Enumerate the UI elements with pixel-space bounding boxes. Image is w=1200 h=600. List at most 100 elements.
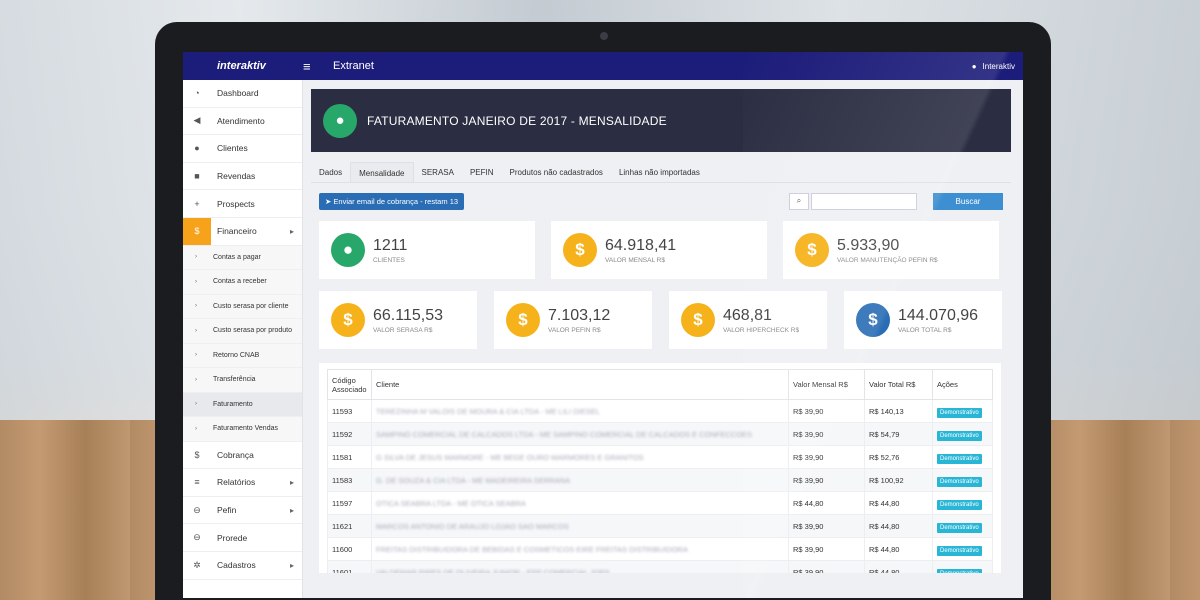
submenu-item-faturamento[interactable]: › Faturamento [183, 392, 302, 418]
sidebar-item-cadastros[interactable]: ✲ Cadastros ▸ [183, 552, 302, 580]
stat-value: 144.070,96 [898, 306, 979, 324]
main-content: ● FATURAMENTO JANEIRO DE 2017 - MENSALID… [311, 89, 1011, 598]
tab-pefin[interactable]: PEFIN [462, 162, 502, 182]
stat-value: 468,81 [723, 306, 772, 324]
sidebar-item-label: Financeiro [217, 226, 257, 237]
cell-total-value: R$ 140,13 [864, 399, 933, 423]
sidebar-item-label: Clientes [217, 143, 248, 154]
users-icon: ● [323, 103, 357, 138]
stat-label: VALOR TOTAL R$ [898, 326, 952, 334]
chevron-right-icon: › [195, 352, 197, 359]
submenu-item-custo-serasa-por-cliente[interactable]: › Custo serasa por cliente [183, 294, 302, 320]
table-row: 11601 VALDEMAR PIRES DE OLIVEIRA JUNIOR -… [327, 560, 993, 573]
demonstrativo-button[interactable]: Demonstrativo [937, 499, 982, 510]
client-name: G SILVA DE JESUS MARMORE - ME BEGE OURO … [376, 452, 644, 462]
sidebar-item-label: Prorede [217, 532, 248, 543]
sidebar-item-revendas[interactable]: ■ Revendas [183, 163, 302, 191]
stat-card: $66.115,53 VALOR SERASA R$ [319, 291, 477, 349]
search-icon: ⌕ [789, 192, 809, 210]
chevron-right-icon: › [195, 254, 197, 261]
webcam [600, 32, 608, 40]
cell-monthly-value: R$ 39,90 [788, 399, 865, 423]
stat-content: 144.070,96 VALOR TOTAL R$ [898, 307, 978, 334]
submenu-label: Faturamento Vendas [213, 425, 278, 433]
stat-value: 7.103,12 [548, 306, 611, 324]
client-name: FREITAS DISTRIBUIDORA DE BEBIDAS E COSME… [376, 544, 688, 554]
megaphone-icon: ◀ [193, 115, 201, 126]
user-name: Interaktiv [982, 61, 1015, 71]
tab-dados[interactable]: Dados [311, 162, 350, 182]
table-panel: Código Associado Cliente Valor Mensal R$ Va… [319, 363, 1001, 573]
paper-plane-icon: ➤ [325, 196, 332, 206]
sidebar-item-atendimento[interactable]: ◀ Atendimento [183, 108, 302, 136]
tab-linhas-nao-importadas[interactable]: Linhas não importadas [611, 162, 708, 182]
stat-content: 1211 CLIENTES [373, 237, 407, 264]
submenu-item-custo-serasa-por-produto[interactable]: › Custo serasa por produto [183, 319, 302, 344]
sidebar: ◔ Dashboard ◀ Atendimento ● Clientes ■ Revendas… [183, 80, 303, 598]
stats-row-1: ● 1211 CLIENTES $64.918,41 VALOR MENSAL R$ $5… [319, 221, 1011, 279]
cell-client: OTICA SEABRA LTDA - ME OTICA SEABRA [371, 491, 789, 515]
chevron-right-icon: › [195, 303, 197, 310]
submenu-label: Contas a receber [213, 278, 267, 286]
submenu-item-retorno-cnab[interactable]: › Retorno CNAB [183, 343, 302, 369]
brand-logo[interactable]: interaktiv [183, 52, 303, 80]
dollar-icon: $ [563, 233, 597, 267]
demonstrativo-button[interactable]: Demonstrativo [937, 522, 982, 533]
list-icon: ≡ [194, 477, 200, 488]
hamburger-menu-icon[interactable]: ≡ [303, 59, 319, 74]
sidebar-item-prorede[interactable]: ⊖ Prorede [183, 524, 302, 552]
send-email-button[interactable]: ➤ Enviar email de cobrança - restam 13 [319, 192, 465, 210]
table-row: 11621 MARCOS ANTONIO DE ARAUJO LOJAO SAO … [327, 514, 993, 538]
stat-value: 5.933,90 [837, 236, 900, 254]
demonstrativo-button[interactable]: Demonstrativo [937, 430, 982, 441]
demonstrativo-button[interactable]: Demonstrativo [937, 476, 982, 487]
submenu-item-transferencia[interactable]: › Transferência [183, 368, 302, 393]
page-title: Extranet [333, 60, 374, 72]
cell-client: VALDEMAR PIRES DE OLIVEIRA JUNIOR - EPP … [371, 560, 789, 573]
dollar-icon: $ [331, 303, 365, 337]
tab-mensalidade[interactable]: Mensalidade [350, 162, 414, 182]
dollar-icon: $ [506, 303, 540, 337]
tab-serasa[interactable]: SERASA [414, 162, 462, 182]
search-input[interactable] [811, 192, 917, 210]
sidebar-item-prospects[interactable]: + Prospects [183, 190, 302, 218]
cell-code: 11593 [327, 399, 372, 423]
cell-monthly-value: R$ 39,90 [788, 537, 865, 561]
sidebar-item-pefin[interactable]: ⊖ Pefin ▸ [183, 497, 302, 525]
demonstrativo-button[interactable]: Demonstrativo [937, 545, 982, 556]
search-button[interactable]: Buscar [933, 192, 1003, 210]
screen: interaktiv ≡ Extranet ● Interaktiv ◔ Dash… [183, 52, 1023, 598]
column-header-valor-total-r: Valor Total R$ [864, 369, 933, 400]
demonstrativo-button[interactable]: Demonstrativo [937, 568, 982, 573]
chevron-right-icon: › [195, 401, 197, 408]
client-name: SAMPINO COMERCIAL DE CALCADOS LTDA - ME … [376, 429, 753, 439]
sidebar-item-clientes[interactable]: ● Clientes [183, 135, 302, 163]
cell-code: 11601 [327, 560, 372, 573]
demonstrativo-button[interactable]: Demonstrativo [937, 453, 982, 464]
page-header: ● FATURAMENTO JANEIRO DE 2017 - MENSALID… [311, 89, 1011, 152]
cell-client: TEREZINHA M VALOIS DE MOURA & CIA LTDA -… [371, 399, 789, 423]
sidebar-item-label: Atendimento [217, 115, 265, 126]
demonstrativo-button[interactable]: Demonstrativo [937, 407, 982, 418]
submenu-label: Custo serasa por produto [213, 327, 292, 335]
chevron-right-icon: ▸ [289, 477, 294, 487]
sidebar-item-cobranca[interactable]: $ Cobrança [183, 442, 302, 470]
users-icon: ● [194, 143, 200, 154]
submenu-item-faturamento-vendas[interactable]: › Faturamento Vendas [183, 417, 302, 442]
stat-card: $5.933,90 VALOR MANUTENÇÃO PEFIN R$ [783, 221, 999, 279]
submenu-item-contas-a-receber[interactable]: › Contas a receber [183, 270, 302, 295]
cell-code: 11600 [327, 537, 372, 561]
tab-produtos-nao-cadastrados[interactable]: Produtos não cadastrados [502, 162, 611, 182]
user-menu[interactable]: ● Interaktiv [972, 62, 1015, 71]
sidebar-item-dashboard[interactable]: ◔ Dashboard [183, 80, 302, 108]
sidebar-item-relatorios[interactable]: ≡ Relatórios ▸ [183, 469, 302, 497]
sidebar-item-financeiro[interactable]: $ Financeiro ▸ [183, 217, 302, 246]
table-row: 11597 OTICA SEABRA LTDA - ME OTICA SEABRA… [327, 491, 993, 515]
stat-card: $7.103,12 VALOR PEFIN R$ [494, 291, 652, 349]
cell-code: 11581 [327, 445, 372, 469]
cell-total-value: R$ 44,80 [864, 537, 933, 561]
submenu-label: Contas a pagar [213, 253, 261, 261]
column-header-cliente: Cliente [371, 369, 789, 400]
submenu-item-contas-a-pagar[interactable]: › Contas a pagar [183, 245, 302, 271]
chevron-right-icon: ▸ [289, 560, 294, 570]
